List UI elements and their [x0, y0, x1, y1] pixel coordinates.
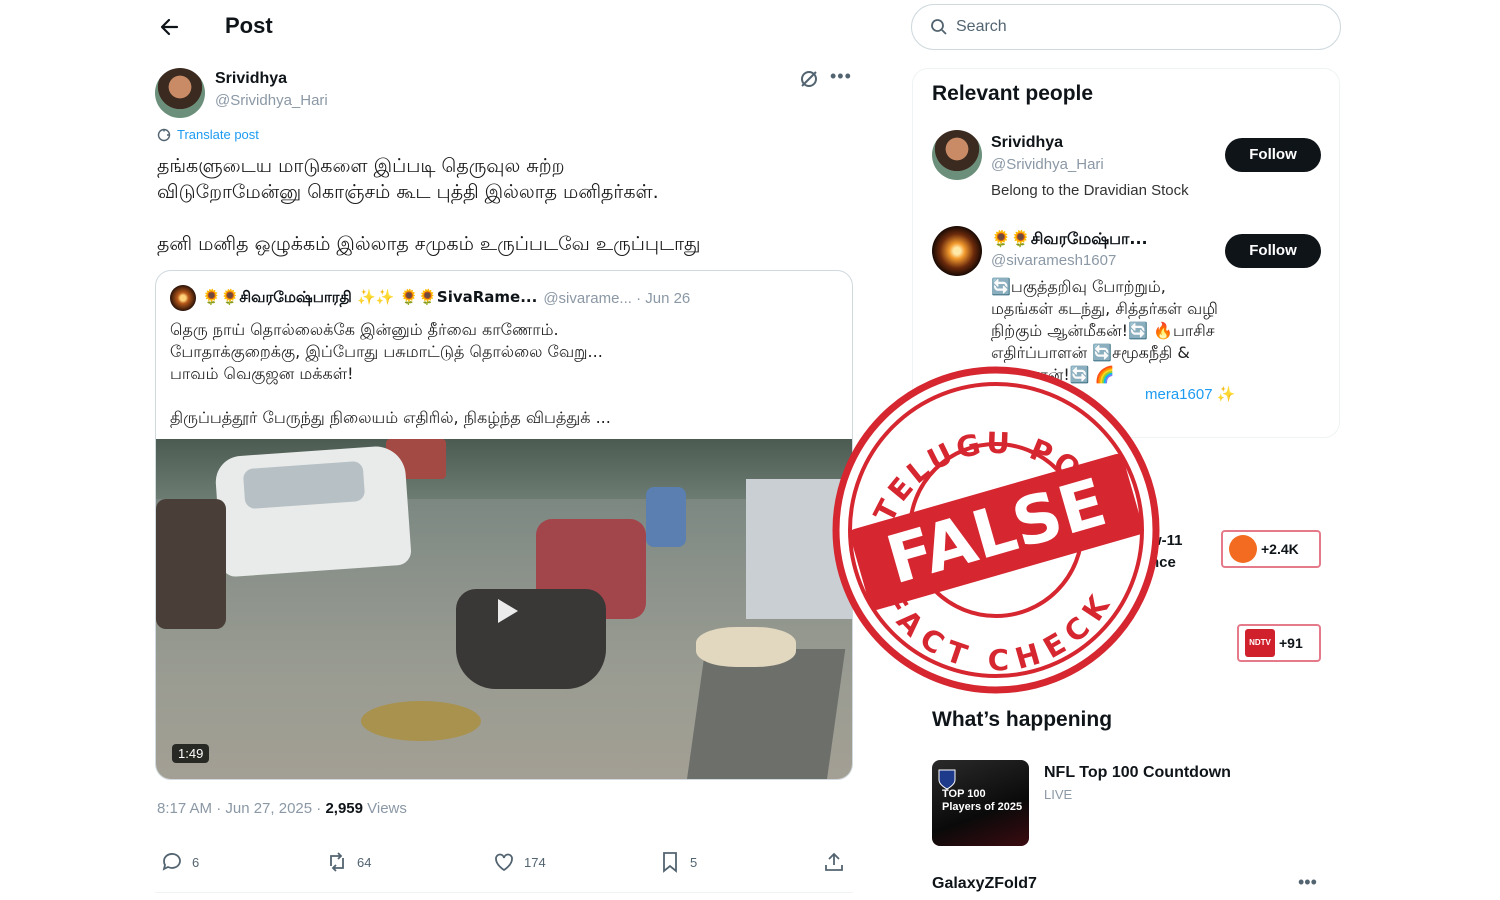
more-options-icon[interactable]: ••• — [830, 66, 852, 87]
back-arrow-icon[interactable] — [155, 12, 185, 42]
divider — [155, 892, 853, 893]
video-duration: 1:49 — [172, 744, 210, 763]
person-avatar[interactable] — [932, 130, 982, 180]
quoted-post-card[interactable]: 🌻🌻சிவரமேஷ்பாரதி ✨✨ 🌻🌻SivaRame... @sivara… — [155, 270, 853, 780]
video-car-window — [242, 460, 366, 510]
reply-button[interactable]: 6 — [160, 850, 199, 874]
video-pedestrian — [646, 487, 686, 547]
search-icon — [931, 19, 947, 35]
follow-button[interactable]: Follow — [1225, 138, 1321, 172]
video-bike-left — [156, 499, 226, 629]
trend-title[interactable]: NFL Top 100 Countdown — [1044, 764, 1231, 782]
video-shop-front — [686, 649, 846, 779]
video-motorbike — [456, 589, 606, 689]
nfl-thumbnail[interactable]: TOP 100 Players of 2025 — [932, 760, 1029, 846]
trend-avatar-badge[interactable]: NDTV +91 — [1237, 624, 1321, 662]
post-views-count: 2,959 — [325, 800, 363, 817]
page-title: Post — [225, 13, 273, 38]
quoted-author-avatar[interactable] — [170, 285, 196, 311]
like-count: 174 — [524, 854, 546, 870]
play-icon[interactable] — [486, 591, 526, 631]
translate-post-link[interactable]: Translate post — [157, 127, 259, 142]
repost-button[interactable]: 64 — [325, 850, 371, 874]
follow-button[interactable]: Follow — [1225, 234, 1321, 268]
ndtv-logo-icon: NDTV — [1245, 629, 1275, 657]
share-icon — [825, 852, 843, 871]
person-handle[interactable]: @Srividhya_Hari — [991, 156, 1104, 173]
bookmark-icon — [663, 852, 677, 873]
person-name[interactable]: Srividhya — [991, 134, 1063, 152]
person-name[interactable]: 🌻🌻சிவரமேஷ்பா... — [991, 229, 1148, 250]
trend-title[interactable]: GalaxyZFold7 — [932, 875, 1037, 893]
post-views-label: Views — [362, 800, 407, 817]
like-button[interactable]: 174 — [492, 850, 546, 874]
trend-badge-count: +91 — [1279, 635, 1303, 651]
trend-status: LIVE — [1044, 787, 1073, 802]
search-input[interactable]: Search — [911, 4, 1341, 50]
trend-badge-count: +2.4K — [1261, 541, 1299, 557]
translate-post-label: Translate post — [177, 127, 259, 142]
bookmark-button[interactable]: 5 — [658, 850, 697, 874]
whats-happening-title: What’s happening — [932, 708, 1113, 731]
fact-check-stamp: TELUGU POST FACT CHECK FALSE — [832, 366, 1160, 694]
nfl-shield-icon — [938, 769, 956, 790]
nfl-thumbnail-text: TOP 100 Players of 2025 — [942, 788, 1023, 813]
video-cow — [696, 627, 796, 667]
person-avatar[interactable] — [932, 226, 982, 276]
author-name[interactable]: Srividhya — [215, 70, 287, 88]
quoted-author-handle-date: @sivarame... · Jun 26 — [543, 289, 691, 307]
person-bio: Belong to the Dravidian Stock — [991, 182, 1189, 199]
translate-icon — [157, 128, 171, 141]
post-actions-bar: 6 64 174 5 — [160, 850, 850, 880]
trend-avatar-badge[interactable]: +2.4K — [1221, 530, 1321, 568]
share-button[interactable] — [822, 850, 846, 874]
relevant-people-title: Relevant people — [932, 82, 1094, 105]
author-avatar[interactable] — [155, 68, 205, 118]
channel-logo-icon — [1229, 535, 1257, 563]
repost-count: 64 — [357, 854, 372, 870]
repost-icon — [330, 852, 344, 872]
post-text: தங்களுடைய மாடுகளை இப்படி தெருவுல சுற்ற வ… — [157, 155, 701, 255]
grok-icon[interactable] — [798, 68, 820, 90]
more-options-icon[interactable]: ••• — [1298, 872, 1317, 893]
reply-icon — [162, 853, 181, 871]
heart-icon — [495, 853, 513, 872]
quoted-post-text: தெரு நாய் தொல்லைக்கே இன்னும் தீர்வை காணோ… — [170, 320, 611, 427]
video-pothole — [361, 701, 481, 741]
bookmark-count: 5 — [690, 854, 698, 870]
video-player[interactable]: 1:49 — [156, 439, 852, 779]
author-handle[interactable]: @Srividhya_Hari — [215, 92, 328, 109]
post-timestamp[interactable]: 8:17 AM · Jun 27, 2025 · — [157, 800, 325, 817]
reply-count: 6 — [192, 854, 200, 870]
quoted-post-header: 🌻🌻சிவரமேஷ்பாரதி ✨✨ 🌻🌻SivaRame... @sivara… — [170, 285, 838, 311]
quoted-author-name[interactable]: 🌻🌻சிவரமேஷ்பாரதி ✨✨ 🌻🌻SivaRame... — [202, 288, 537, 308]
person-handle[interactable]: @sivaramesh1607 — [991, 252, 1116, 269]
post-meta: 8:17 AM · Jun 27, 2025 · 2,959 Views — [157, 800, 407, 817]
search-placeholder: Search — [956, 18, 1007, 35]
